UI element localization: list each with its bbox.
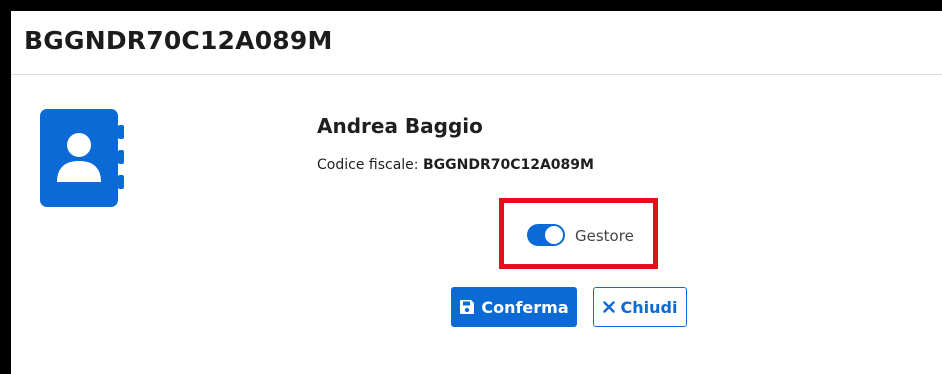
save-icon	[459, 299, 475, 315]
modal-header: BGGNDR70C12A089M	[11, 11, 942, 75]
gestore-toggle[interactable]	[527, 224, 565, 246]
confirm-button[interactable]: Conferma	[451, 287, 577, 327]
close-icon	[602, 301, 615, 313]
fiscal-code-label: Codice fiscale:	[317, 157, 419, 173]
fiscal-code-row: Codice fiscale: BGGNDR70C12A089M	[317, 157, 594, 173]
window-frame-top	[0, 0, 942, 11]
gestore-toggle-label: Gestore	[575, 227, 634, 245]
toggle-knob	[545, 226, 563, 244]
modal-title: BGGNDR70C12A089M	[24, 26, 333, 55]
address-book-icon	[40, 109, 126, 207]
close-button-label: Chiudi	[620, 297, 678, 317]
confirm-button-label: Conferma	[481, 297, 569, 317]
window-frame-left	[0, 0, 11, 374]
fiscal-code-value: BGGNDR70C12A089M	[422, 157, 594, 173]
user-name: Andrea Baggio	[317, 114, 483, 138]
close-button[interactable]: Chiudi	[593, 287, 687, 327]
